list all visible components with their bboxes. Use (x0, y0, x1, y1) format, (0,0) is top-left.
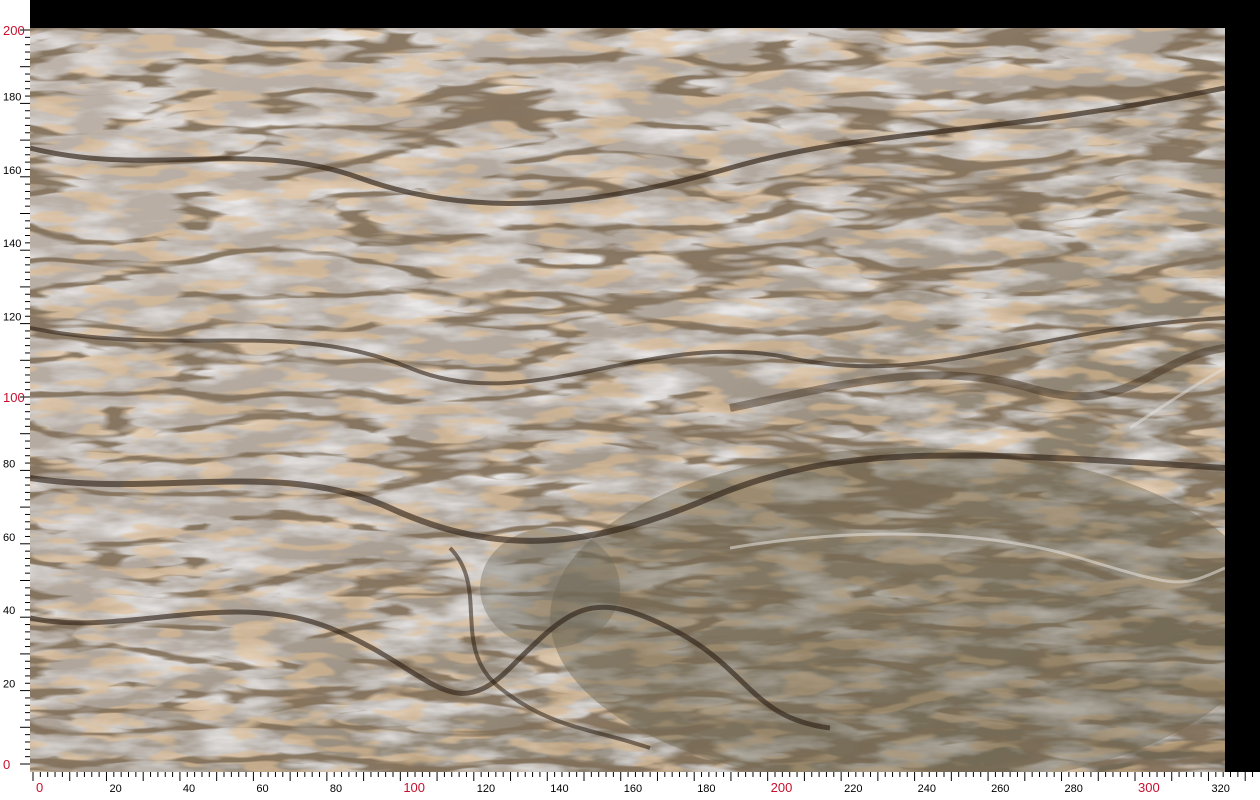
horizontal-ruler-label: 180 (697, 783, 715, 795)
horizontal-ruler-label: 280 (1065, 783, 1083, 795)
horizontal-ruler-label: 160 (624, 783, 642, 795)
horizontal-ruler-label: 140 (550, 783, 568, 795)
horizontal-ruler-label: 100 (403, 780, 425, 795)
vertical-ruler-label: 0 (3, 757, 10, 772)
vertical-ruler-label: 180 (3, 91, 21, 103)
image-frame: 0 20 40 60 80 100 120 140 160 180 200 0 20 40 60 80 100 1… (0, 0, 1260, 800)
vertical-ruler-label: 200 (3, 23, 25, 38)
horizontal-ruler-label: 20 (109, 783, 121, 795)
horizontal-ruler-label: 320 (1211, 783, 1229, 795)
horizontal-ruler-label: 300 (1138, 780, 1160, 795)
horizontal-ruler-label: 120 (477, 783, 495, 795)
horizontal-ruler-label: 260 (991, 783, 1009, 795)
vertical-ruler-label: 100 (3, 390, 25, 405)
ruler-overlay: 0 20 40 60 80 100 120 140 160 180 200 0 20 40 60 80 100 1… (3, 23, 1254, 795)
vertical-ruler-label: 120 (3, 312, 21, 324)
horizontal-ruler-label: 80 (330, 783, 342, 795)
horizontal-ruler-label: 220 (844, 783, 862, 795)
horizontal-ruler-label: 0 (36, 780, 43, 795)
vertical-ruler-label: 40 (3, 605, 15, 617)
horizontal-ruler-label: 240 (918, 783, 936, 795)
horizontal-ruler-label: 40 (183, 783, 195, 795)
vertical-ruler-label: 60 (3, 532, 15, 544)
vertical-ruler-label: 20 (3, 679, 15, 691)
vertical-ruler-label: 160 (3, 165, 21, 177)
horizontal-ruler-label: 60 (256, 783, 268, 795)
vertical-ruler-label: 140 (3, 238, 21, 250)
vertical-ruler-label: 80 (3, 458, 15, 470)
horizontal-ruler-label: 200 (771, 780, 793, 795)
